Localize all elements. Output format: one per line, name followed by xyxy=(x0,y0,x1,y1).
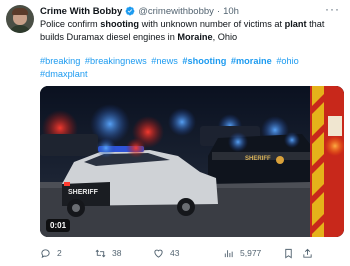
action-bar: 2 38 43 5,977 xyxy=(40,246,344,260)
retweet-button[interactable]: 38 xyxy=(95,248,121,259)
video-frame: SHERIFF SHERIFF xyxy=(40,86,344,237)
like-icon xyxy=(154,249,163,258)
like-count: 43 xyxy=(170,248,180,258)
share-button[interactable] xyxy=(302,248,319,259)
avatar-hair xyxy=(12,8,28,15)
author-handle[interactable]: @crimewithbobby xyxy=(138,6,214,17)
avatar[interactable] xyxy=(6,5,34,33)
more-icon[interactable]: ··· xyxy=(325,3,340,15)
tweet-header: Crime With Bobby @crimewithbobby · 10h ·… xyxy=(40,3,340,18)
text-segment: Police confirm xyxy=(40,19,101,29)
hashtag-link[interactable]: #ohio xyxy=(276,56,298,66)
like-button[interactable]: 43 xyxy=(153,248,179,259)
author-name[interactable]: Crime With Bobby xyxy=(40,6,122,17)
separator-dot: · xyxy=(216,5,221,17)
bookmark-button[interactable] xyxy=(283,248,300,259)
retweet-count: 38 xyxy=(112,248,122,258)
hashtag-link[interactable]: #news xyxy=(151,56,178,66)
hashtag-link[interactable]: #moraine xyxy=(231,56,272,66)
reply-icon xyxy=(41,248,50,258)
highlighted-term: shooting xyxy=(100,19,140,29)
bookmark-icon xyxy=(285,248,292,258)
suv-sheriff-text: SHERIFF xyxy=(245,156,271,162)
retweet-icon xyxy=(95,249,106,257)
text-segment: with unknown number of victims at xyxy=(139,19,285,29)
hashtag-link[interactable]: #breaking xyxy=(40,56,80,66)
video-duration: 0:01 xyxy=(46,219,71,232)
hashtag-link[interactable]: #shooting xyxy=(182,56,226,66)
views-count: 5,977 xyxy=(240,248,262,258)
video-player[interactable]: SHERIFF SHERIFF 0:01 xyxy=(40,86,344,237)
text-segment: , Ohio xyxy=(212,31,238,42)
share-icon xyxy=(303,248,312,258)
tweet-timestamp[interactable]: 10h xyxy=(223,6,239,17)
tweet-hashtags: #breaking #breakingnews #news #shooting … xyxy=(40,55,342,80)
highlighted-term: Moraine xyxy=(177,31,213,42)
hashtag-link[interactable]: #breakingnews xyxy=(85,56,147,66)
tweet[interactable]: Crime With Bobby @crimewithbobby · 10h ·… xyxy=(0,0,350,266)
avatar-shirt xyxy=(8,25,32,33)
car-sheriff-text: SHERIFF xyxy=(68,189,99,196)
verified-badge-icon xyxy=(125,6,135,16)
reply-button[interactable]: 2 xyxy=(40,248,62,259)
highlighted-term: plant xyxy=(284,19,307,29)
views-icon xyxy=(224,249,233,257)
tweet-text: Police confirm shooting with unknown num… xyxy=(40,18,342,43)
hashtag-link[interactable]: #dmaxplant xyxy=(40,69,88,79)
views-button[interactable]: 5,977 xyxy=(223,248,261,259)
reply-count: 2 xyxy=(57,248,62,258)
